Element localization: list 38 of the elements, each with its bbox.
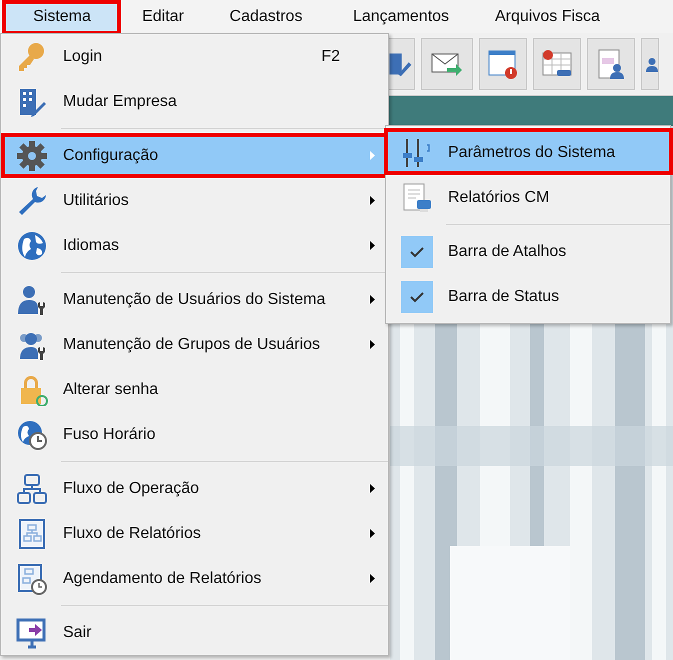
menu-item[interactable]: Parâmetros do Sistema [386,130,670,175]
menu-item[interactable]: Sair [1,610,388,655]
window-alert-icon [487,48,519,80]
menubar-item[interactable]: Cadastros [205,0,327,33]
menu-item[interactable]: Manutenção de Grupos de Usuários [1,322,388,367]
menu-item[interactable]: Utilitários [1,178,388,223]
menubar-item[interactable]: Lançamentos [327,0,475,33]
menu-item[interactable]: Barra de Atalhos [386,229,670,274]
menu-item[interactable]: Fluxo de Operação [1,466,388,511]
menubar-item[interactable]: Arquivos Fisca [475,0,635,33]
document-printer-icon [401,182,433,214]
menubar-item[interactable]: Editar [121,0,205,33]
user-wrench-icon [16,284,48,316]
monitor-exit-icon [16,616,48,648]
toolbar-button[interactable] [641,38,659,90]
sliders-icon [401,136,433,168]
menu-item[interactable]: Barra de Status [386,274,670,319]
settings-icon [16,140,48,172]
menu-item[interactable]: Alterar senha [1,367,388,412]
toolbar-button[interactable] [421,38,473,90]
menu-item[interactable]: Manutenção de Usuários do Sistema [1,277,388,322]
toolbar-button[interactable] [479,38,527,90]
menu-item[interactable]: Fuso Horário [1,412,388,457]
notebook-clock-icon [16,562,48,594]
notebook-flowchart-icon [16,518,48,550]
menu-item[interactable]: Mudar Empresa [1,79,388,124]
toolbar-button[interactable] [587,38,635,90]
globe-clock-icon [16,418,48,450]
menubar-item[interactable]: Sistema [3,0,121,33]
toolbar-button[interactable] [533,38,581,90]
menu-item[interactable]: Fluxo de Relatórios [1,511,388,556]
globe-icon [16,230,48,262]
menu-item[interactable]: Idiomas [1,223,388,268]
flowchart-icon [16,472,48,504]
menu-item[interactable]: Relatórios CM [386,175,670,220]
menu-item[interactable]: Configuração [1,133,388,178]
shortcut-label: F2 [321,48,340,66]
menu-item[interactable]: Agendamento de Relatórios [1,556,388,601]
